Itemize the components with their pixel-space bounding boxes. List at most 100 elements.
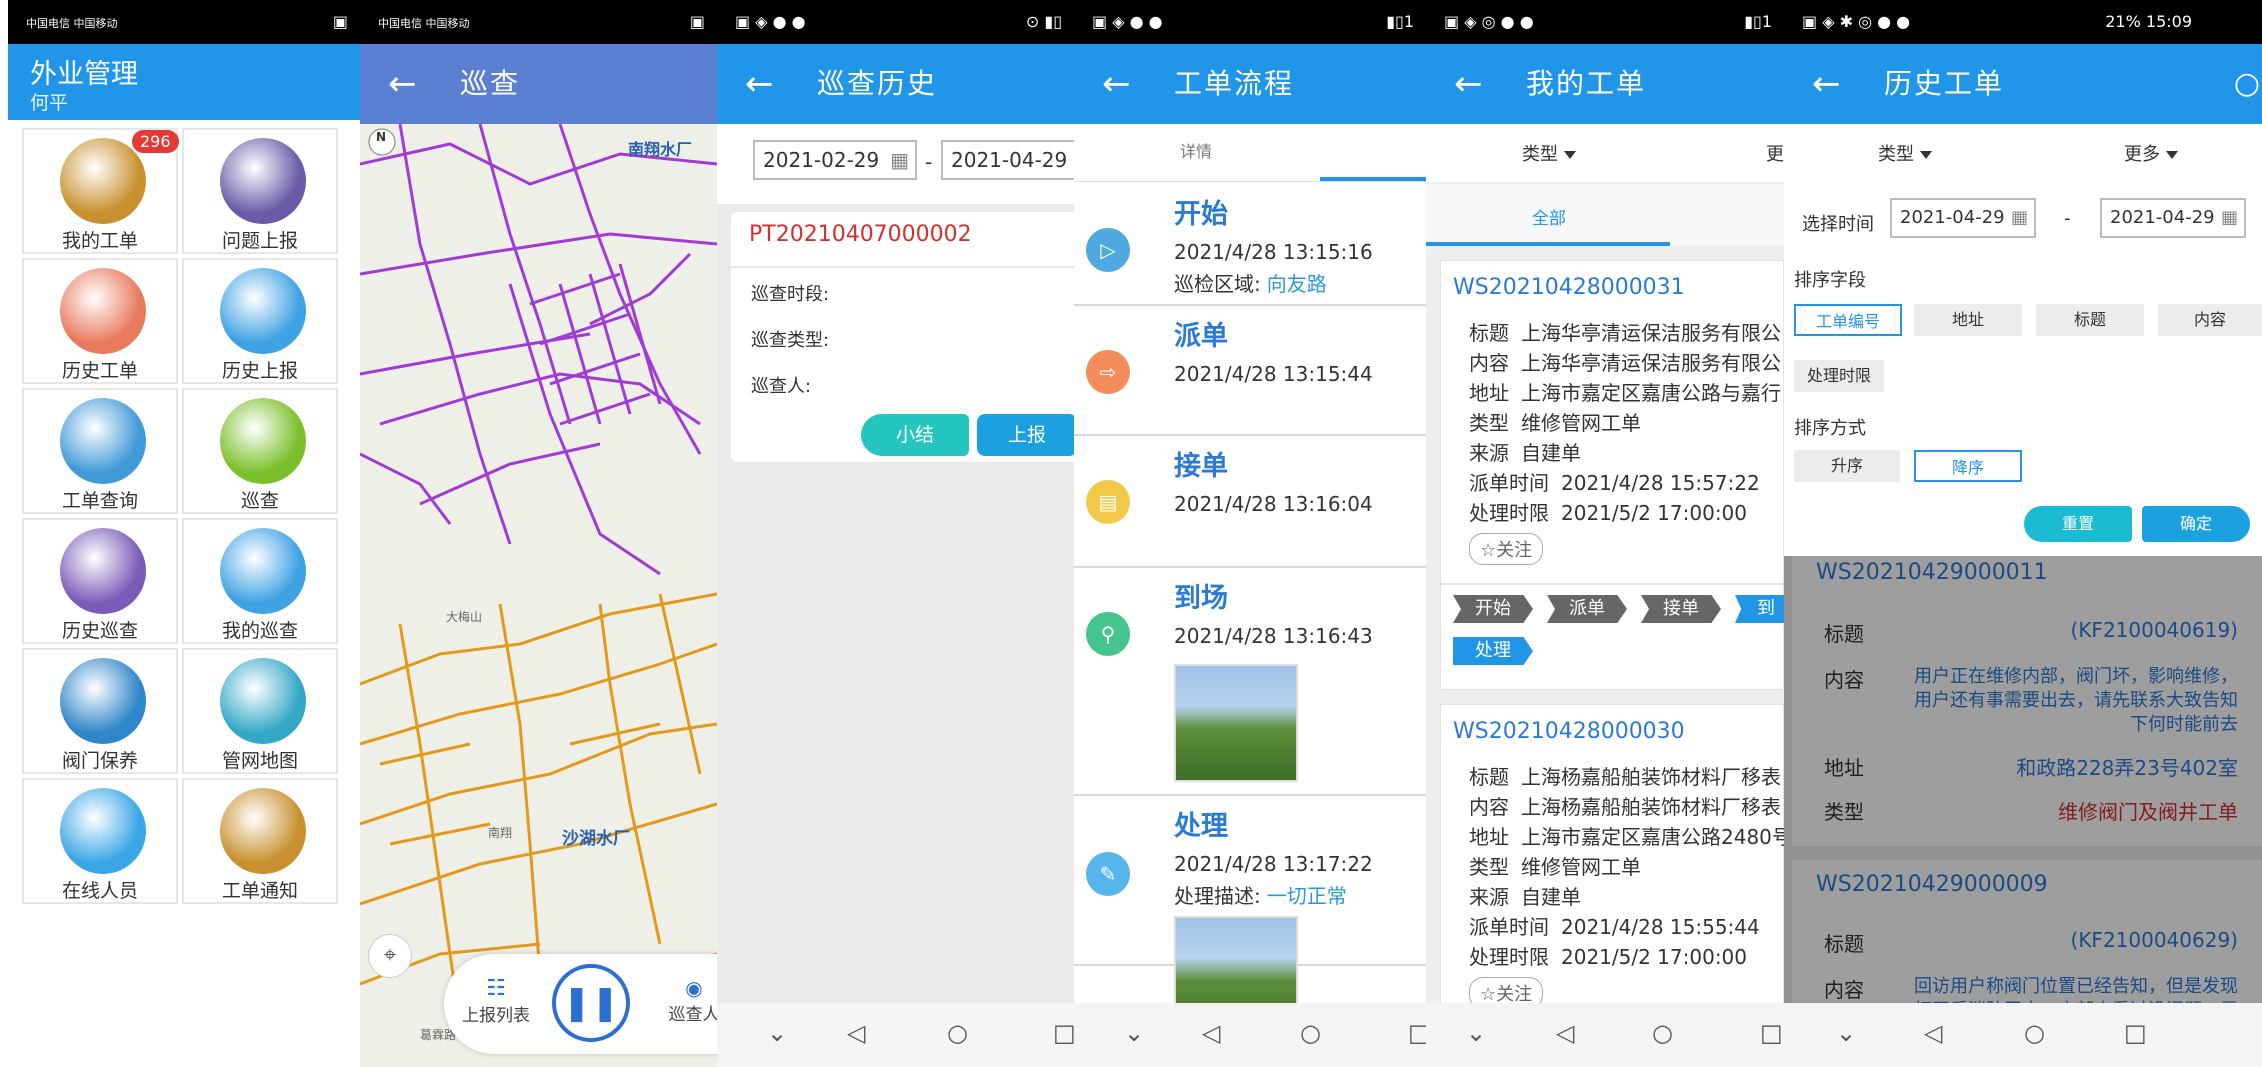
field-value: 2021/4/28 15:55:44 [1561,915,1760,939]
field-value: 上海杨嘉船舶装饰材料厂移表 [1521,795,1781,819]
flow-chip: 到 [1735,595,1784,623]
workorder-field: 来源 自建单 [1469,437,1581,466]
briefcase-icon [60,138,146,224]
back-arrow-icon[interactable]: ← [1102,64,1131,104]
back-triangle-icon[interactable]: ◁ [1202,1019,1220,1047]
patrol-record-card[interactable]: PT20210407000002 巡查时段: 巡查类型: 巡查人: 小结 上报 [731,212,1074,462]
date-to-field[interactable]: 2021-04-29 [941,140,1074,180]
chevron-down-icon[interactable]: ⌄ [767,1019,787,1047]
filter-more-dropdown[interactable]: 更多 [2124,140,2178,166]
image-icon [220,268,306,354]
panel-workorder-flow: ▣ ◈ ● ● ▮▯1 ← 工单流程 详情 ▷ 开始 2021/4/28 13:15:… [1074,0,1426,1067]
chevron-down-icon[interactable]: ⌄ [1124,1019,1144,1047]
filter-more-dropdown[interactable]: 更 [1766,140,1784,166]
filter-panel: 类型 更多 选择时间 2021-04-29 ▦ - 2021-04-29 ▦ 排… [1784,124,2262,556]
tile-7[interactable]: 我的巡查 [182,518,338,644]
back-arrow-icon[interactable]: ← [388,64,417,104]
tile-2[interactable]: 历史工单 [22,258,178,384]
follow-button[interactable]: ☆关注 [1469,533,1544,565]
home-circle-icon[interactable]: ○ [2024,1019,2045,1047]
tile-10[interactable]: 在线人员 [22,778,178,904]
recents-square-icon[interactable]: □ [1053,1019,1074,1047]
tile-label: 阀门保养 [61,750,138,772]
divider [1441,583,1783,585]
date-filter-bar: 2021-02-29 ▦ - 2021-04-29 [717,124,1074,204]
home-circle-icon[interactable]: ○ [1652,1019,1673,1047]
report-button[interactable]: 上报 [977,414,1074,456]
back-triangle-icon[interactable]: ◁ [1924,1019,1942,1047]
tile-label: 工单查询 [61,490,138,512]
report-list-button[interactable]: ☷ 上报列表 [454,976,538,1026]
sort-by-deadline[interactable]: 处理时限 [1794,360,1884,392]
briefcase-icon [220,788,306,874]
home-circle-icon[interactable]: ○ [947,1019,968,1047]
recents-square-icon[interactable]: □ [1408,1019,1426,1047]
filter-type-dropdown[interactable]: 类型 [1522,140,1576,166]
back-arrow-icon[interactable]: ← [1812,64,1841,104]
filter-type-dropdown[interactable]: 类型 [1878,140,1932,166]
sort-by-address[interactable]: 地址 [1914,304,2022,336]
tile-6[interactable]: 历史巡查 [22,518,178,644]
chevron-down-icon[interactable]: ⌄ [1836,1019,1856,1047]
locate-button[interactable]: ⌖ [368,934,412,978]
tile-5[interactable]: 巡查 [182,388,338,514]
site-photo[interactable] [1174,664,1298,782]
pipe-network-map[interactable]: N 南翔水厂 沙湖水厂 大梅山 南翔 葛霖路 ⌖ ☷ 上报列表 ❚❚ ◉ 巡查人 [360,123,717,1067]
tab-bar: 全部 [1426,184,1784,246]
divider [731,266,1074,268]
tile-3[interactable]: 历史上报 [182,258,338,384]
status-bar: ▣ ◈ ✱ ◎ ● ● 21% 15:09 [1784,0,2262,44]
field-key: 内容 [1469,351,1509,375]
field-value: 2021/5/2 17:00:00 [1561,501,1748,525]
field-key: 派单时间 [1469,471,1549,495]
workorder-field: 标题 上海杨嘉船舶装饰材料厂移表 [1469,761,1781,790]
date-to-field[interactable]: 2021-04-29 ▦ [2100,198,2246,238]
field-value: 维修管网工单 [1521,855,1641,879]
date-from-field[interactable]: 2021-02-29 ▦ [753,140,917,180]
recents-square-icon[interactable]: □ [2124,1019,2147,1047]
dim-overlay[interactable] [1784,556,2262,1003]
sort-by-title[interactable]: 标题 [2036,304,2144,336]
date-from-field[interactable]: 2021-04-29 ▦ [1890,198,2036,238]
confirm-button[interactable]: 确定 [2142,506,2250,542]
sort-by-workorder-no[interactable]: 工单编号 [1794,304,1902,336]
step-time: 2021/4/28 13:15:44 [1174,362,1373,386]
field-value: 自建单 [1521,441,1581,465]
flow-chip: 开始 [1453,595,1533,623]
recents-square-icon[interactable]: □ [1760,1019,1783,1047]
workorder-card[interactable]: WS20210428000030 标题 上海杨嘉船舶装饰材料厂移表 内容 上海杨嘉船舶装… [1440,704,1784,1014]
step-time: 2021/4/28 13:16:43 [1174,624,1373,648]
workorder-card[interactable]: WS20210428000031 标题 上海华亭清运保洁服务有限公 内容 上海华亭清运保… [1440,260,1784,690]
search-icon[interactable]: ○ [2234,66,2260,101]
workorder-field: 标题 上海华亭清运保洁服务有限公 [1469,317,1781,346]
reset-button[interactable]: 重置 [2024,506,2132,542]
back-arrow-icon[interactable]: ← [1454,64,1483,104]
pause-button[interactable]: ❚❚ [552,964,630,1042]
back-triangle-icon[interactable]: ◁ [847,1019,865,1047]
magnifier-icon [60,398,146,484]
sort-by-content[interactable]: 内容 [2158,304,2262,336]
tile-label: 历史上报 [221,360,298,382]
workorder-field: 处理时限 2021/5/2 17:00:00 [1469,941,1747,970]
workorder-field: 派单时间 2021/4/28 15:57:22 [1469,467,1760,496]
home-circle-icon[interactable]: ○ [1300,1019,1321,1047]
question-icon [220,138,306,224]
tab-all[interactable]: 全部 [1532,204,1566,229]
summary-button[interactable]: 小结 [861,414,969,456]
step-detail-key: 巡检区域: [1174,272,1261,296]
tile-11[interactable]: 工单通知 [182,778,338,904]
tile-8[interactable]: 阀门保养 [22,648,178,774]
back-triangle-icon[interactable]: ◁ [1556,1019,1574,1047]
tile-9[interactable]: 管网地图 [182,648,338,774]
patroller-button[interactable]: ◉ 巡查人 [654,976,718,1025]
tile-4[interactable]: 工单查询 [22,388,178,514]
back-arrow-icon[interactable]: ← [745,64,774,104]
tab-details[interactable]: 详情 [1180,138,1212,162]
chevron-down-icon[interactable]: ⌄ [1466,1019,1486,1047]
bottom-action-bar: ☷ 上报列表 ❚❚ ◉ 巡查人 [444,954,717,1054]
tile-0[interactable]: 我的工单 296 [22,128,179,254]
sort-ascending[interactable]: 升序 [1794,450,1900,482]
count-badge: 296 [132,130,179,153]
sort-descending[interactable]: 降序 [1914,450,2022,482]
tile-1[interactable]: 问题上报 [182,128,338,254]
